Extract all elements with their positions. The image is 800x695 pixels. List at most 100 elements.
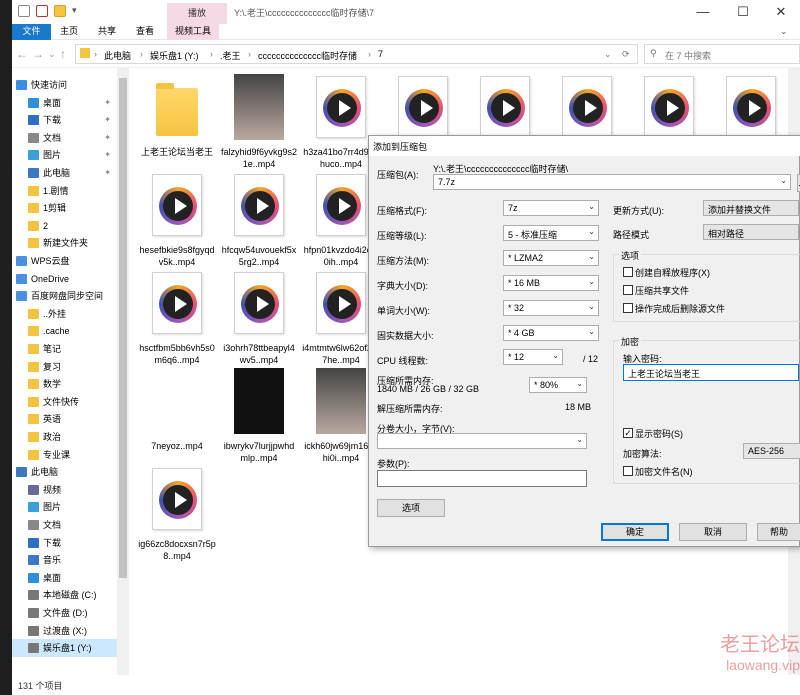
enc-method-combo[interactable]: AES-256 [743,443,800,459]
nav-item[interactable]: 视频 [12,481,117,499]
close-button[interactable]: ✕ [762,2,800,22]
ok-button[interactable]: 确定 [601,523,669,541]
nav-item[interactable]: 此电脑 [12,463,117,481]
file-item[interactable]: ig66zc8docxsn7r5p8..mp4 [138,466,216,562]
breadcrumb-this-pc[interactable]: 此电脑 [104,49,131,62]
file-item[interactable]: hesefbkie9s8fgyqdv5k..mp4 [138,172,216,268]
add-to-archive-dialog: 添加到压缩包 压缩包(A): Y:\.老王\cccccccccccccc临时存储… [368,135,800,547]
quick-access-check-icon[interactable] [36,5,48,17]
cpu-combo[interactable]: * 12 ⌄ [503,349,563,365]
file-item[interactable]: falzyhid9f6yvkg9s21e..mp4 [220,74,298,170]
refresh-icon[interactable]: ⟳ [622,49,630,60]
nav-item[interactable]: WPS云盘 [12,252,117,270]
video-icon [28,484,39,495]
breadcrumb-temp[interactable]: cccccccccccccc临时存储 [258,49,357,62]
breadcrumb-7[interactable]: 7 [378,49,383,59]
nav-item[interactable]: 政治 [12,428,117,446]
nav-item[interactable]: 数学 [12,375,117,393]
pathmode-combo[interactable]: 相对路径 [703,224,799,240]
help-button[interactable]: 帮助 [757,523,800,541]
show-password-checkbox[interactable]: ✓ [623,428,633,438]
quick-access-dropdown-icon[interactable]: ▾ [72,5,77,16]
level-combo[interactable]: 5 - 标准压缩 ⌄ [503,225,599,241]
mem-percent-combo[interactable]: * 80% ⌄ [529,377,587,393]
dict-combo[interactable]: * 16 MB ⌄ [503,275,599,291]
nav-item[interactable]: 下载 ✦ [12,111,117,129]
file-item[interactable]: i3ohrh78ttbeapyl4wv5..mp4 [220,270,298,366]
video-file-icon [152,272,202,334]
address-path[interactable]: › 此电脑 › 娱乐盘1 (Y:) › .老王 › cccccccccccccc… [75,44,638,64]
tab-file[interactable]: 文件 [12,24,51,40]
nav-item[interactable]: 此电脑 ✦ [12,164,117,182]
forward-arrow-icon[interactable]: → [32,47,44,61]
nav-item[interactable]: OneDrive [12,270,117,288]
folder-icon [28,344,39,354]
solid-combo[interactable]: * 4 GB ⌄ [503,325,599,341]
tab-share[interactable]: 共享 [90,24,124,40]
delete-checkbox[interactable] [623,303,633,313]
nav-item[interactable]: 快速访问 [12,76,117,94]
update-combo[interactable]: 添加并替换文件 [703,200,799,216]
nav-item[interactable]: 图片 ✦ [12,146,117,164]
recent-dropdown-icon[interactable]: ⌄ [48,49,56,60]
nav-scrollbar-thumb[interactable] [119,78,127,578]
address-dropdown-icon[interactable]: ⌄ [604,49,612,60]
nav-item[interactable]: .cache [12,322,117,340]
file-item[interactable]: hsctfbm5bb6vh5s0m6q6..mp4 [138,270,216,366]
nav-item[interactable]: 1剪辑 [12,199,117,217]
breadcrumb-drive[interactable]: 娱乐盘1 (Y:) [150,49,199,62]
file-item[interactable]: ibwrykv7lurjjpwhdmlp..mp4 [220,368,298,464]
back-arrow-icon[interactable]: ← [16,47,28,61]
breadcrumb-laowang[interactable]: .老王 [220,49,241,62]
context-tab-play[interactable]: 播放 [167,3,227,24]
split-combo[interactable]: ⌄ [377,433,587,449]
nav-item[interactable]: 专业课 [12,446,117,464]
word-combo[interactable]: * 32 ⌄ [503,300,599,316]
nav-item[interactable]: 桌面 ✦ [12,94,117,112]
nav-item[interactable]: 文件快传 [12,393,117,411]
tab-video-tools[interactable]: 视频工具 [167,24,220,40]
file-item[interactable]: hfcqw54uvouekf5x5rg2..mp4 [220,172,298,268]
minimize-button[interactable]: — [684,2,722,22]
tab-view[interactable]: 查看 [128,24,162,40]
params-input[interactable] [377,470,587,487]
options-button[interactable]: 选项 [377,499,445,517]
folder-icon [28,432,39,442]
file-item[interactable]: 上老王论坛当老王 [138,74,216,170]
nav-item[interactable]: 笔记 [12,340,117,358]
nav-item[interactable]: 2 [12,217,117,235]
search-input[interactable]: 在 7 中搜索 [644,44,800,64]
archive-name-combo[interactable]: 7.7z ⌄ [433,174,791,190]
nav-item[interactable]: 英语 [12,410,117,428]
format-combo[interactable]: 7z ⌄ [503,200,599,216]
quick-access-save-icon[interactable] [18,5,30,17]
file-item[interactable]: 7neyoz..mp4 [138,368,216,464]
sfx-checkbox[interactable] [623,267,633,277]
ribbon-expand-icon[interactable]: ⌄ [780,26,788,37]
nav-item[interactable]: ..外挂 [12,305,117,323]
nav-item[interactable]: 复习 [12,358,117,376]
nav-item[interactable]: 百度网盘同步空间 [12,287,117,305]
nav-item[interactable]: 图片 [12,498,117,516]
nav-item[interactable]: 新建文件夹 [12,234,117,252]
cancel-button[interactable]: 取消 [679,523,747,541]
nav-item[interactable]: 音乐 [12,551,117,569]
nav-item[interactable]: 本地磁盘 (C:) [12,586,117,604]
up-arrow-icon[interactable]: ↑ [60,47,66,61]
nav-item[interactable]: 娱乐盘1 (Y:) [12,639,117,658]
nav-item[interactable]: 过渡盘 (X:) [12,622,117,640]
nav-item[interactable]: 下载 [12,534,117,552]
watermark-text: 老王论坛 [720,632,800,656]
nav-item[interactable]: 文件盘 (D:) [12,604,117,622]
nav-item[interactable]: 1.剧情 [12,182,117,200]
nav-item[interactable]: 文档 [12,516,117,534]
nav-item[interactable]: 桌面 [12,569,117,587]
nav-item[interactable]: 文档 ✦ [12,129,117,147]
shared-checkbox[interactable] [623,285,633,295]
maximize-button[interactable]: ☐ [724,2,762,22]
method-combo[interactable]: * LZMA2 ⌄ [503,250,599,266]
quick-access-folder-icon[interactable] [54,5,66,17]
tab-home[interactable]: 主页 [52,24,86,40]
password-input[interactable]: 上老王论坛当老王 [623,364,799,381]
encrypt-names-checkbox[interactable] [623,466,633,476]
